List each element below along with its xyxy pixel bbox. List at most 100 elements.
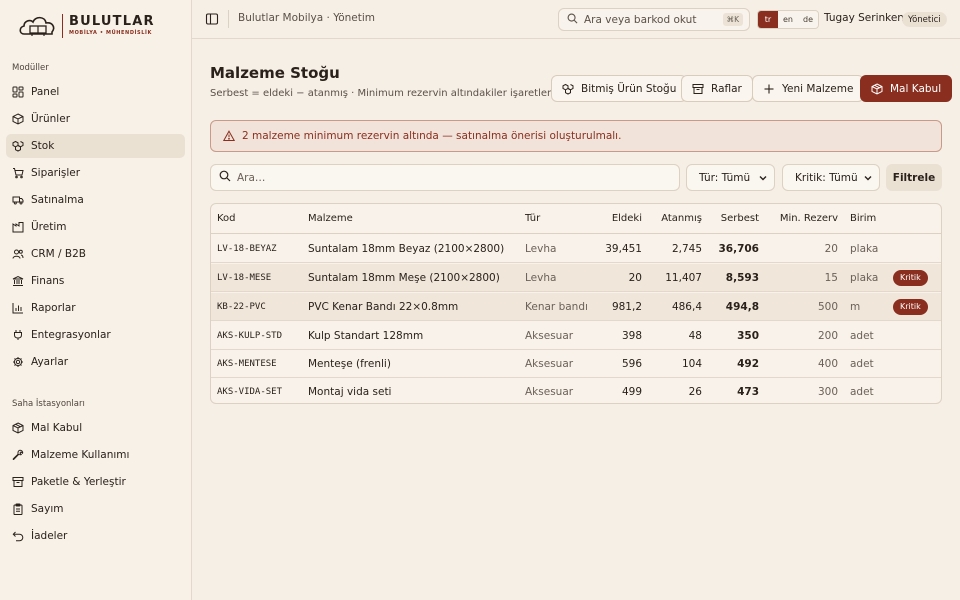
sidebar-item-entegrasyonlar[interactable]: Entegrasyonlar — [6, 323, 185, 347]
boxes-icon — [12, 140, 24, 152]
cell-atanmis: 11,407 — [665, 271, 702, 284]
sidebar-item-label: Ayarlar — [31, 356, 69, 368]
section-label-modules: Modüller — [12, 63, 49, 73]
boxes-icon — [562, 83, 574, 95]
section-label-stations: Saha İstasyonları — [12, 399, 85, 409]
search-shortcut: ⌘K — [722, 13, 743, 26]
new-material-button[interactable]: Yeni Malzeme — [752, 75, 865, 102]
sidebar-item-finans[interactable]: Finans — [6, 269, 185, 293]
cell-eldeki: 398 — [621, 329, 642, 342]
cell-birim: plaka — [850, 271, 879, 284]
column-header-atanmis[interactable]: Atanmış — [661, 204, 702, 233]
cell-malzeme: Menteşe (frenli) — [308, 357, 391, 370]
cell-atanmis: 26 — [688, 386, 702, 398]
sidebar-item-label: Finans — [31, 275, 65, 287]
sidebar-item-mal-kabul[interactable]: Mal Kabul — [6, 416, 185, 440]
button-label: Bitmiş Ürün Stoğu — [581, 82, 677, 95]
material-search-input[interactable]: Ara… — [210, 164, 680, 191]
search-icon — [219, 170, 231, 185]
column-header-birim[interactable]: Birim — [850, 204, 876, 233]
cell-serbest: 36,706 — [718, 242, 759, 255]
cell-tur: Aksesuar — [525, 386, 574, 398]
table-row[interactable]: KB-22-PVC PVC Kenar Bandı 22×0.8mm Kenar… — [211, 293, 941, 321]
global-search-input[interactable]: Ara veya barkod okut ⌘K — [558, 8, 750, 31]
sidebar-item-iadeler[interactable]: İadeler — [6, 524, 185, 548]
search-placeholder: Ara… — [237, 171, 266, 184]
table-row[interactable]: LV-18-BEYAZ Suntalam 18mm Beyaz (2100×28… — [211, 235, 941, 263]
table-row[interactable]: AKS-KULP-STD Kulp Standart 128mm Aksesua… — [211, 322, 941, 350]
cell-eldeki: 499 — [621, 386, 642, 398]
sidebar-item-label: İadeler — [31, 530, 68, 542]
cloud-logo-icon — [18, 13, 58, 39]
button-label: Raflar — [711, 82, 742, 95]
sidebar-item-paketle[interactable]: Paketle & Yerleştir — [6, 470, 185, 494]
sidebar-item-urunler[interactable]: Ürünler — [6, 107, 185, 131]
type-filter-select[interactable]: Tür: Tümü — [686, 164, 775, 191]
sidebar-item-malzeme-kullanimi[interactable]: Malzeme Kullanımı — [6, 443, 185, 467]
page-subtitle: Serbest = eldeki − atanmış · Minimum rez… — [210, 88, 563, 99]
sidebar-toggle-icon[interactable] — [205, 12, 219, 26]
table-row[interactable]: LV-18-MESE Suntalam 18mm Meşe (2100×2800… — [211, 264, 941, 292]
package-icon — [12, 422, 24, 434]
sidebar-item-satinalma[interactable]: Satınalma — [6, 188, 185, 212]
sidebar-item-uretim[interactable]: Üretim — [6, 215, 185, 239]
lang-en[interactable]: en — [778, 11, 798, 28]
cell-birim: adet — [850, 329, 874, 342]
critical-filter-select[interactable]: Kritik: Tümü — [782, 164, 880, 191]
goods-receipt-button[interactable]: Mal Kabul — [860, 75, 953, 102]
cell-birim: adet — [850, 357, 874, 370]
sidebar-item-label: Paketle & Yerleştir — [31, 476, 126, 488]
sidebar-item-label: Üretim — [31, 221, 67, 233]
cell-tur: Levha — [525, 242, 557, 255]
sidebar-item-crm[interactable]: CRM / B2B — [6, 242, 185, 266]
cell-malzeme: Montaj vida seti — [308, 386, 392, 398]
box-icon — [12, 113, 24, 125]
user-role-badge: Yönetici — [902, 12, 947, 27]
brand-logo[interactable]: BULUTLAR MOBİLYA • MÜHENDİSLİK — [18, 12, 155, 40]
critical-badge: Kritik — [893, 298, 928, 315]
column-header-tur[interactable]: Tür — [525, 204, 540, 233]
sidebar-item-ayarlar[interactable]: Ayarlar — [6, 350, 185, 374]
column-header-min-rezerv[interactable]: Min. Rezerv — [780, 204, 838, 233]
sidebar-item-label: CRM / B2B — [31, 248, 86, 260]
sidebar-item-panel[interactable]: Panel — [6, 80, 185, 104]
button-label: Yeni Malzeme — [782, 82, 854, 95]
cell-min-rezerv: 15 — [824, 271, 838, 284]
table-row[interactable]: AKS-MENTESE Menteşe (frenli) Aksesuar 59… — [211, 350, 941, 378]
sidebar-item-label: Malzeme Kullanımı — [31, 449, 130, 461]
column-header-eldeki[interactable]: Eldeki — [612, 204, 642, 233]
plus-icon — [764, 84, 774, 93]
column-header-kod[interactable]: Kod — [217, 204, 236, 233]
sidebar: BULUTLAR MOBİLYA • MÜHENDİSLİK Modüller … — [0, 0, 192, 600]
breadcrumb: Bulutlar Mobilya · Yönetim — [238, 12, 376, 24]
sidebar-item-stok[interactable]: Stok — [6, 134, 185, 158]
lang-tr[interactable]: tr — [758, 11, 778, 28]
cell-serbest: 473 — [737, 386, 759, 398]
sidebar-item-label: Satınalma — [31, 194, 84, 206]
user-name[interactable]: Tugay Serinken — [824, 12, 904, 24]
sidebar-item-label: Entegrasyonlar — [31, 329, 111, 341]
column-header-serbest[interactable]: Serbest — [721, 204, 759, 233]
shelves-button[interactable]: Raflar — [681, 75, 753, 102]
table-row[interactable]: AKS-VIDA-SET Montaj vida seti Aksesuar 4… — [211, 378, 941, 403]
lang-de[interactable]: de — [798, 11, 818, 28]
alert-text: 2 malzeme minimum rezervin altında — sat… — [242, 130, 622, 142]
gear-icon — [12, 356, 24, 368]
cell-atanmis: 2,745 — [671, 242, 702, 255]
sidebar-item-raporlar[interactable]: Raporlar — [6, 296, 185, 320]
dashboard-icon — [12, 86, 24, 98]
button-label: Mal Kabul — [890, 82, 942, 95]
filter-button[interactable]: Filtrele — [886, 164, 942, 191]
search-icon — [567, 13, 578, 27]
cell-serbest: 350 — [737, 329, 759, 342]
language-switcher: tr en de — [757, 10, 819, 29]
archive-icon — [692, 83, 704, 94]
column-header-malzeme[interactable]: Malzeme — [308, 204, 353, 233]
search-placeholder: Ara veya barkod okut — [584, 13, 697, 26]
sidebar-item-label: Mal Kabul — [31, 422, 83, 434]
finished-stock-button[interactable]: Bitmiş Ürün Stoğu — [551, 75, 688, 102]
cell-tur: Aksesuar — [525, 329, 574, 342]
sidebar-item-siparisler[interactable]: Siparişler — [6, 161, 185, 185]
sidebar-item-sayim[interactable]: Sayım — [6, 497, 185, 521]
logo-divider — [62, 14, 63, 38]
